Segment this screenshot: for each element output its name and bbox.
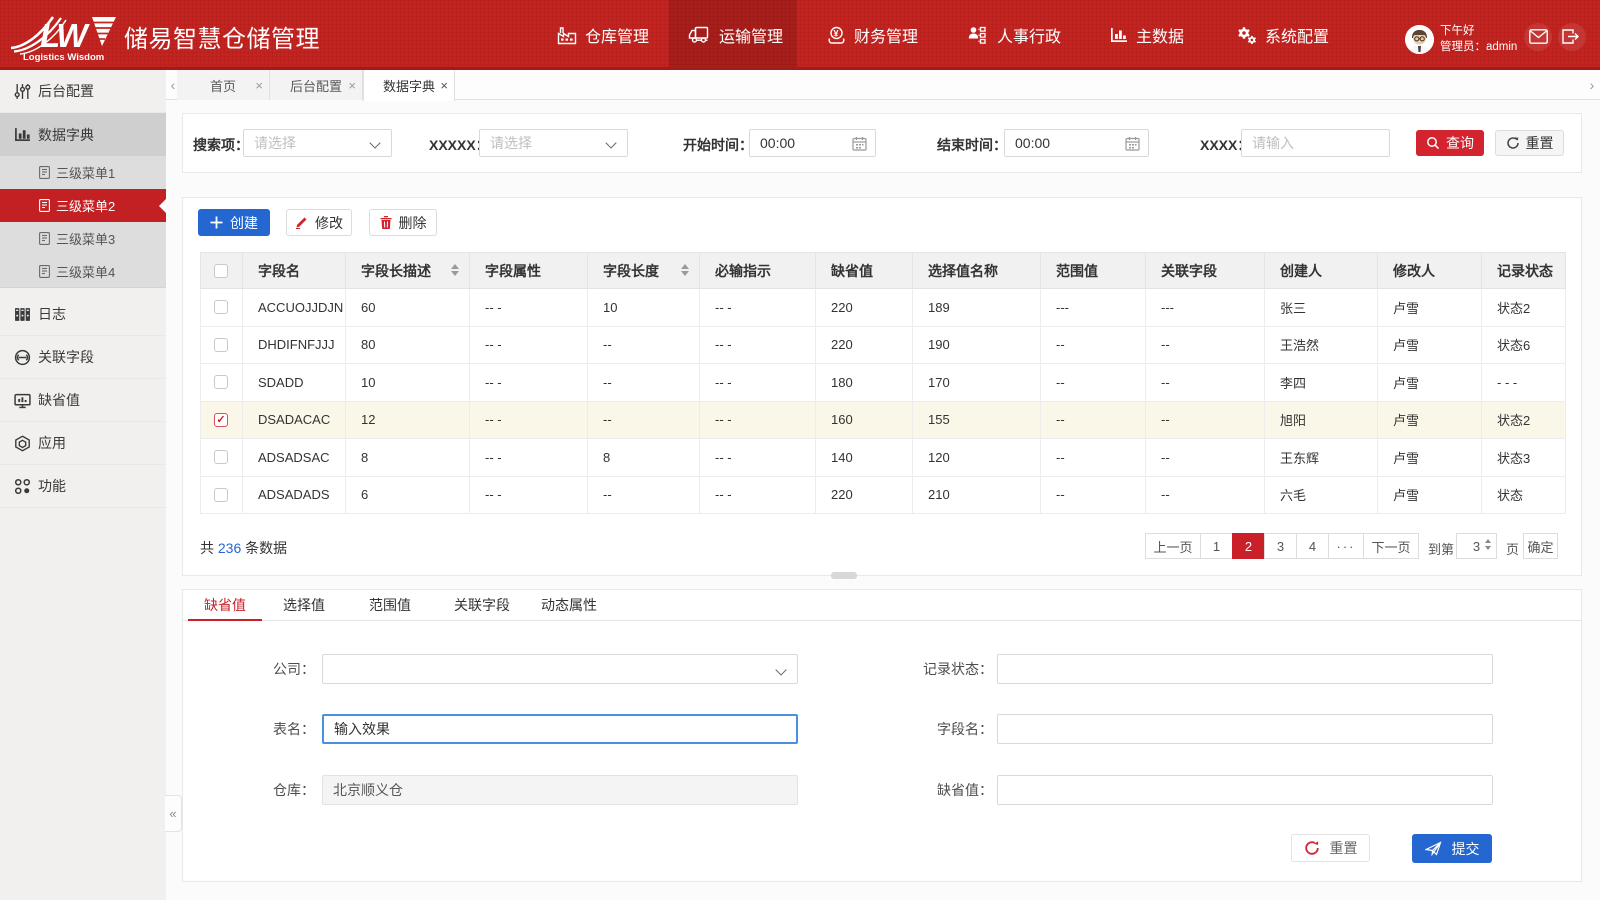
svg-text:LW: LW (40, 17, 90, 54)
svg-text:Logistics Wisdom: Logistics Wisdom (23, 52, 104, 62)
svg-text:¥: ¥ (834, 28, 839, 38)
